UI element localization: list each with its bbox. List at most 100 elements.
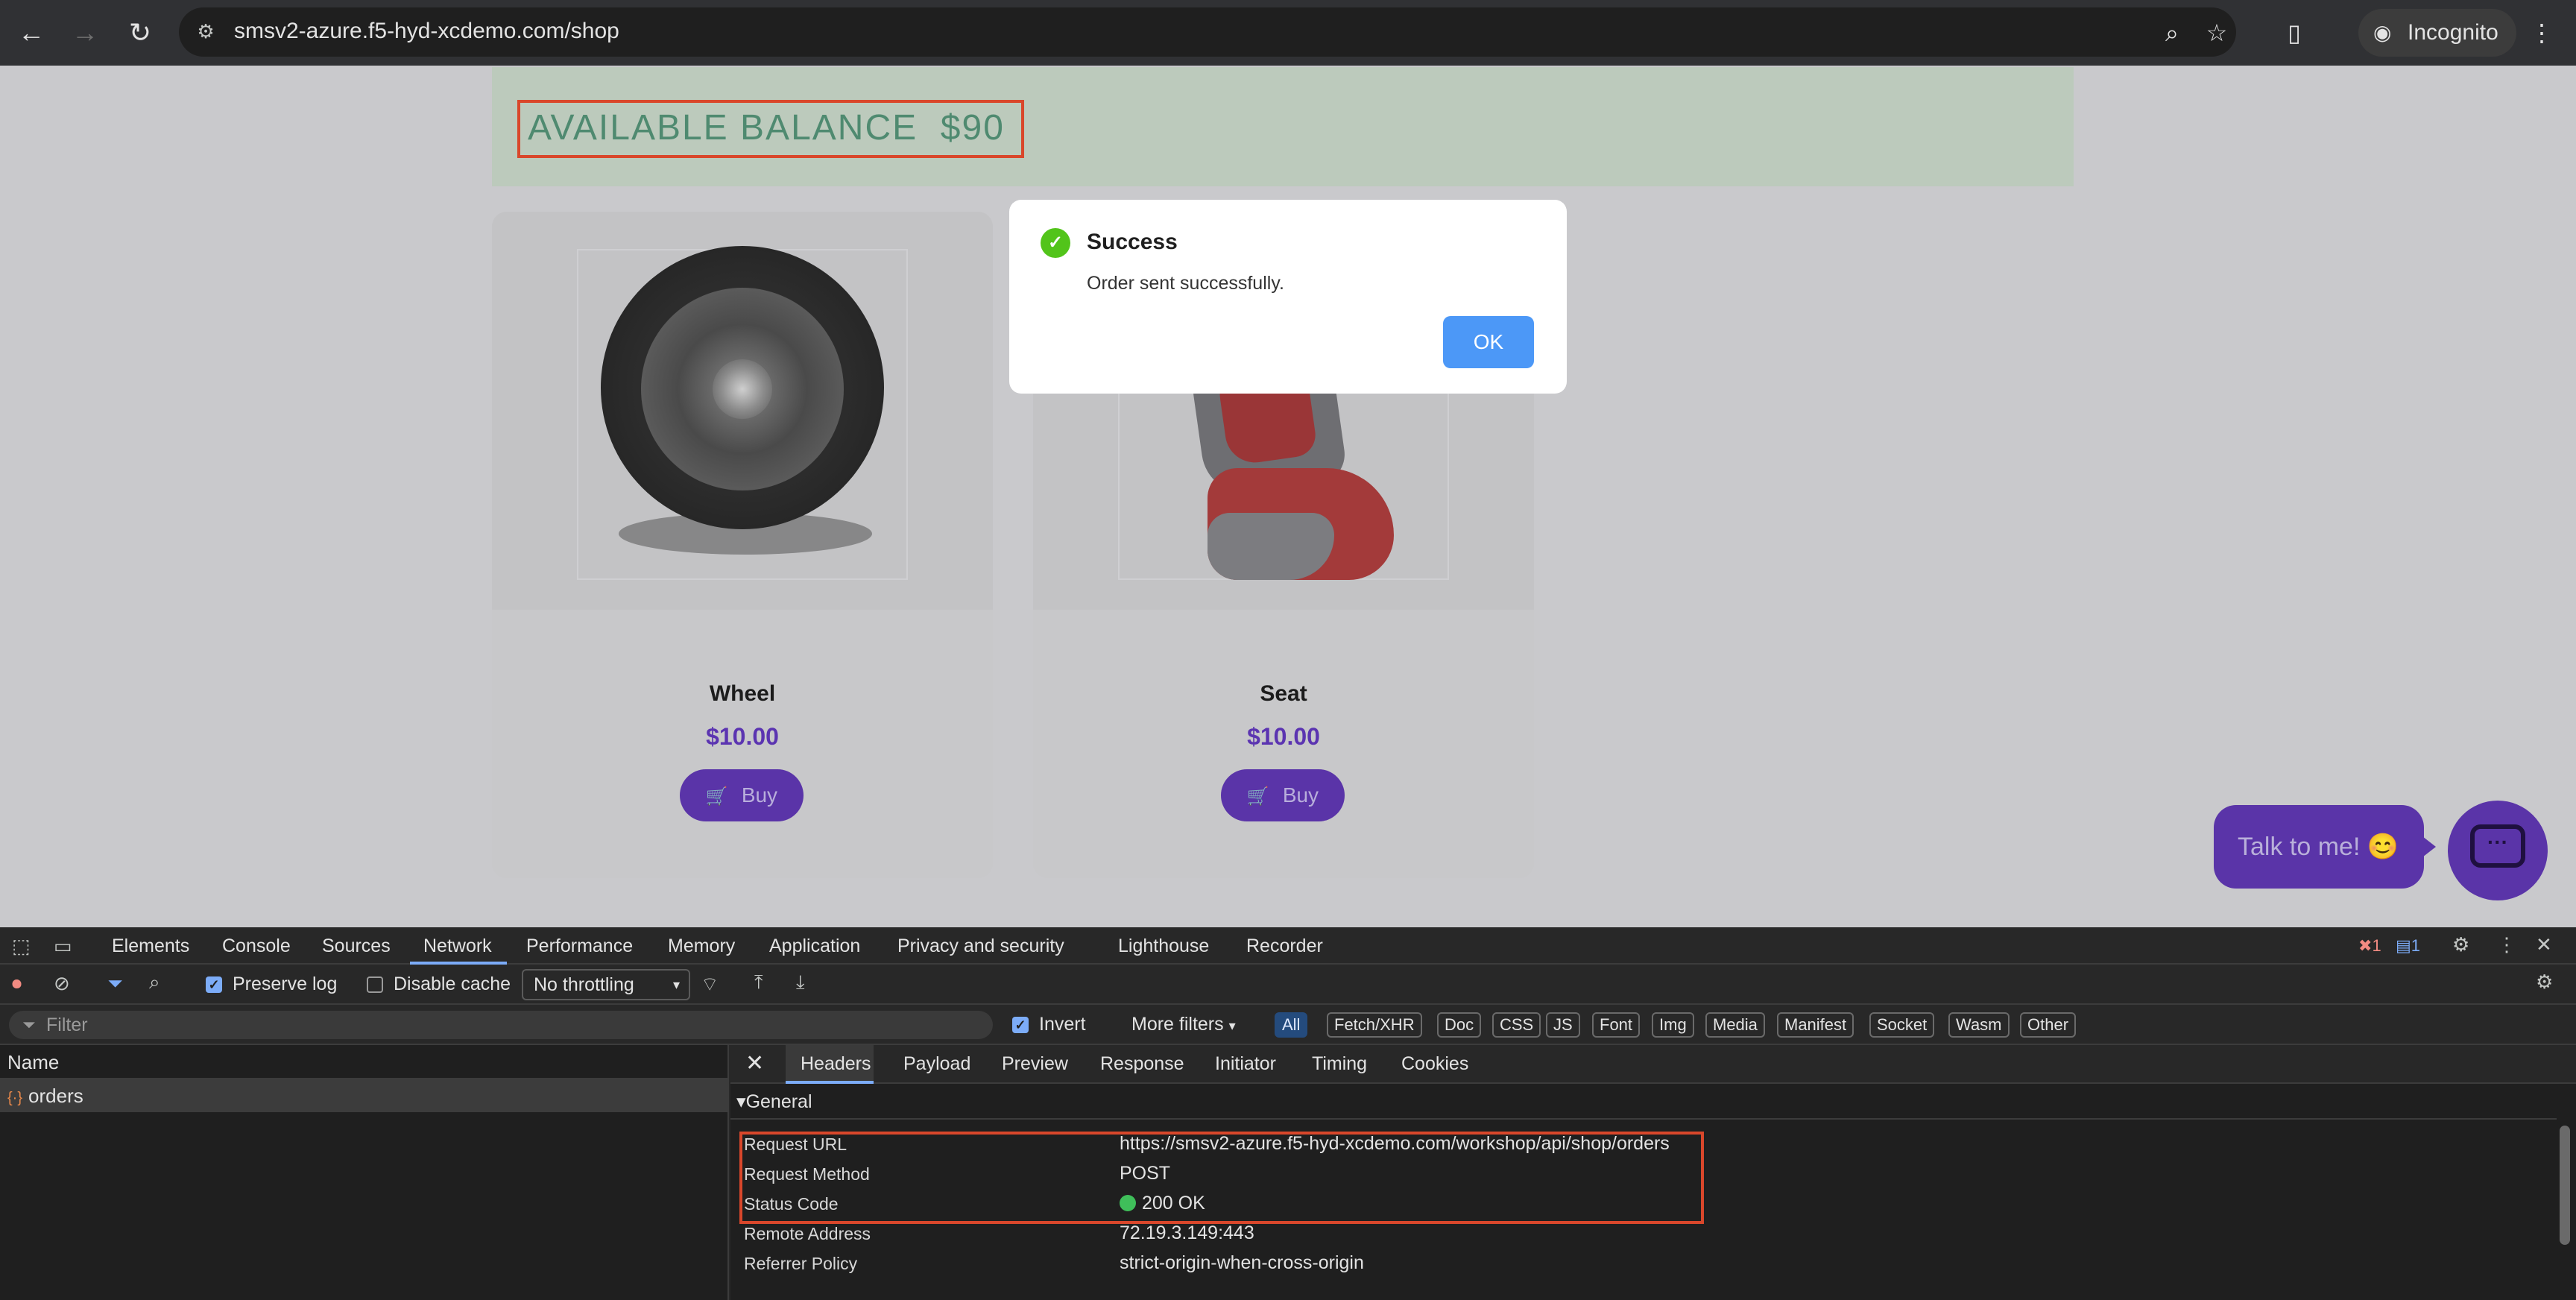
network-settings-icon[interactable]: ⚙ [2536, 971, 2553, 994]
tab-headers[interactable]: Headers [801, 1045, 871, 1082]
reading-mode-icon[interactable]: ▯ [2276, 15, 2312, 51]
message-count-badge[interactable]: ▤1 [2396, 927, 2420, 965]
seat-image-base-side [1208, 513, 1334, 580]
chevron-down-icon: ▾ [1228, 1018, 1236, 1033]
devtools-menu-icon[interactable]: ⋮ [2497, 933, 2516, 956]
ok-button[interactable]: OK [1443, 316, 1534, 368]
tab-cookies[interactable]: Cookies [1401, 1045, 1468, 1082]
product-price: $10.00 [706, 723, 779, 750]
filter-chip-fetch-xhr[interactable]: Fetch/XHR [1327, 1012, 1422, 1038]
tab-response[interactable]: Response [1100, 1045, 1184, 1082]
product-name: Wheel [709, 681, 776, 706]
scrollbar[interactable] [2560, 1126, 2570, 1245]
url-text[interactable]: smsv2-azure.f5-hyd-xcdemo.com/shop [234, 16, 619, 46]
search-icon[interactable]: ⌕ [149, 971, 160, 994]
tab-timing[interactable]: Timing [1312, 1045, 1367, 1082]
tab-memory[interactable]: Memory [668, 927, 735, 965]
filter-chip-css[interactable]: CSS [1492, 1012, 1541, 1038]
filter-chip-media[interactable]: Media [1705, 1012, 1765, 1038]
header-value: strict-origin-when-cross-origin [1120, 1252, 1364, 1273]
clear-log-icon[interactable]: ⊘ [54, 972, 70, 995]
filter-chip-doc[interactable]: Doc [1437, 1012, 1482, 1038]
tab-sources[interactable]: Sources [322, 927, 391, 965]
site-info-icon[interactable]: ⚙ [191, 16, 221, 46]
throttling-value: No throttling [534, 974, 634, 995]
network-conditions-icon[interactable]: ⌔ [701, 972, 719, 997]
tab-performance[interactable]: Performance [526, 927, 633, 965]
request-detail-pane: ✕ Headers Payload Preview Response Initi… [730, 1045, 2576, 1300]
devtools-settings-icon[interactable]: ⚙ [2452, 933, 2469, 956]
chevron-down-icon: ▾ [672, 977, 680, 992]
more-filters-dropdown[interactable]: More filters ▾ [1131, 1014, 1236, 1035]
header-key: Referrer Policy [744, 1254, 858, 1273]
chat-launcher-button[interactable]: ··· [2448, 801, 2548, 900]
preserve-log-checkbox[interactable]: ✓ [206, 976, 222, 993]
reload-icon[interactable]: ↻ [119, 12, 161, 54]
name-column-header[interactable]: Name [0, 1045, 729, 1079]
buy-button[interactable]: 🛒 Buy [1221, 769, 1345, 821]
tab-console[interactable]: Console [222, 927, 291, 965]
filter-chip-img[interactable]: Img [1652, 1012, 1694, 1038]
general-section-title: General [745, 1091, 812, 1112]
tab-privacy-security[interactable]: Privacy and security [897, 927, 1064, 965]
buy-button[interactable]: 🛒 Buy [680, 769, 804, 821]
filter-chip-wasm[interactable]: Wasm [1948, 1012, 2010, 1038]
detail-tabbar: ✕ Headers Payload Preview Response Initi… [730, 1045, 2576, 1084]
filter-chip-font[interactable]: Font [1592, 1012, 1641, 1038]
throttling-select[interactable]: No throttling ▾ [522, 969, 690, 1000]
filter-chip-socket[interactable]: Socket [1869, 1012, 1935, 1038]
bookmark-star-icon[interactable]: ☆ [2199, 15, 2235, 51]
incognito-icon: ◉ [2373, 21, 2392, 44]
invert-checkbox[interactable]: ✓ [1012, 1017, 1029, 1033]
device-toolbar-icon[interactable]: ▭ [54, 935, 72, 958]
filter-chip-all[interactable]: All [1275, 1012, 1308, 1038]
buy-label: Buy [1282, 783, 1319, 807]
wheel-hub [713, 359, 772, 419]
import-har-icon[interactable]: ⤒ [754, 971, 763, 994]
tab-network[interactable]: Network [423, 927, 492, 965]
forward-arrow-icon[interactable]: → [64, 12, 106, 54]
filter-chip-other[interactable]: Other [2020, 1012, 2077, 1038]
tab-preview[interactable]: Preview [1002, 1045, 1068, 1082]
devtools-close-icon[interactable]: ✕ [2536, 933, 2552, 956]
product-price: $10.00 [1247, 723, 1320, 750]
disable-cache-checkbox[interactable] [367, 976, 383, 993]
filter-funnel-icon[interactable]: ⏷ [107, 972, 123, 996]
message-count: 1 [2411, 936, 2421, 955]
zoom-icon[interactable]: ⌕ [2154, 15, 2190, 51]
request-row[interactable]: {·} orders [0, 1079, 729, 1112]
tab-lighthouse[interactable]: Lighthouse [1118, 927, 1209, 965]
general-section-header[interactable]: ▾General [736, 1087, 812, 1117]
incognito-label: Incognito [2408, 20, 2498, 45]
error-count-badge[interactable]: ✖1 [2358, 927, 2381, 965]
tab-recorder[interactable]: Recorder [1246, 927, 1323, 965]
browser-menu-icon[interactable]: ⋮ [2524, 15, 2560, 51]
preserve-log-label: Preserve log [233, 974, 338, 994]
record-stop-icon[interactable]: ⏺ [12, 972, 22, 996]
tab-initiator[interactable]: Initiator [1215, 1045, 1276, 1082]
request-highlight-box [739, 1132, 1704, 1224]
filter-input[interactable]: ⏷ Filter [9, 1011, 993, 1039]
filter-chip-manifest[interactable]: Manifest [1777, 1012, 1854, 1038]
tab-elements[interactable]: Elements [112, 927, 189, 965]
inspect-element-icon[interactable]: ⬚ [12, 935, 31, 958]
caret-down-icon: ▾ [736, 1091, 746, 1112]
available-balance: AVAILABLE BALANCE $90 [528, 107, 1005, 148]
tab-application[interactable]: Application [769, 927, 860, 965]
header-key: Remote Address [744, 1224, 871, 1243]
chat-bubble[interactable]: Talk to me! 😊 [2214, 805, 2424, 889]
close-detail-icon[interactable]: ✕ [745, 1045, 764, 1082]
product-name: Seat [1260, 681, 1307, 706]
more-filters-label: More filters [1131, 1014, 1224, 1035]
check-circle-icon: ✓ [1041, 228, 1070, 258]
export-har-icon[interactable]: ⤓ [796, 971, 805, 994]
filter-row: ⏷ Filter ✓ Invert More filters ▾ All Fetc… [0, 1005, 2576, 1045]
incognito-badge[interactable]: ◉ Incognito [2358, 9, 2516, 57]
filter-chip-js[interactable]: JS [1546, 1012, 1580, 1038]
tab-payload[interactable]: Payload [903, 1045, 970, 1082]
network-toolbar: ⏺ ⊘ ⏷ ⌕ ✓ Preserve log Disable cache No … [0, 965, 2576, 1005]
back-arrow-icon[interactable]: ← [10, 12, 52, 54]
section-divider [730, 1118, 2557, 1120]
header-value: 72.19.3.149:443 [1120, 1222, 1254, 1243]
product-card-body: Wheel $10.00 🛒 Buy [492, 610, 993, 878]
